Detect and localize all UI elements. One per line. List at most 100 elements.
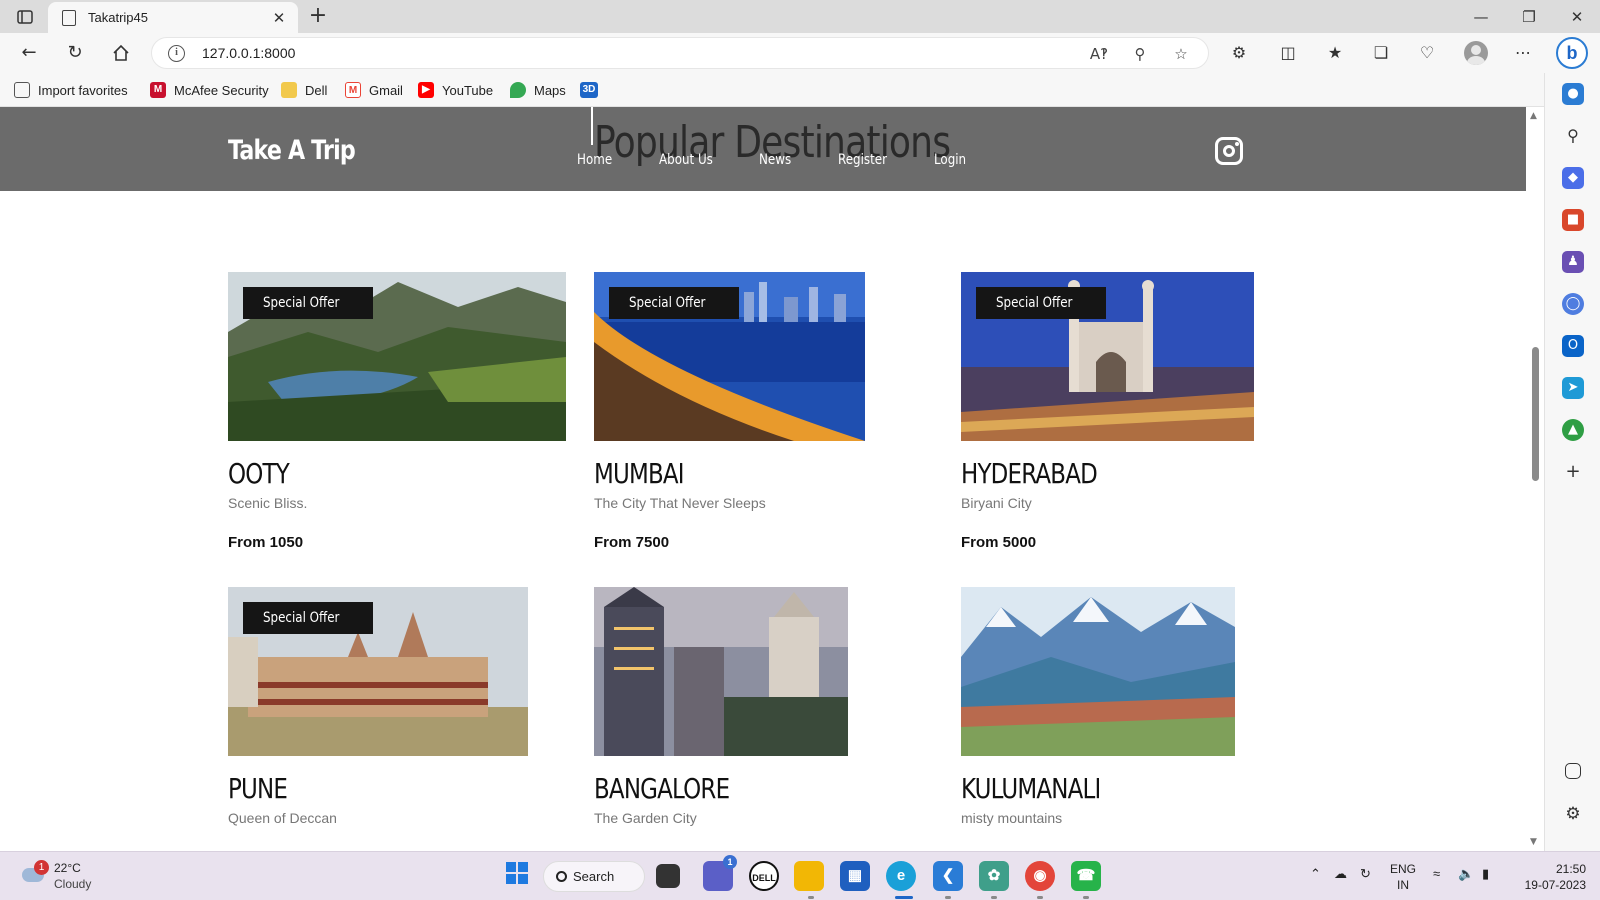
refresh-icon[interactable]: ↻: [60, 39, 90, 67]
taskbar-search[interactable]: Search: [543, 861, 645, 892]
tools-briefcase-icon[interactable]: ■: [1562, 209, 1584, 231]
nav-news[interactable]: News: [759, 152, 791, 168]
instagram-icon[interactable]: [1215, 137, 1243, 165]
extensions-icon[interactable]: ⚙: [1226, 41, 1252, 65]
destination-tagline: Queen of Deccan: [228, 810, 337, 826]
nav-about-us[interactable]: About Us: [659, 152, 713, 168]
hide-sidebar-icon[interactable]: [1565, 763, 1581, 779]
close-window-button[interactable]: ✕: [1554, 4, 1600, 30]
special-offer-badge: Special Offer: [609, 287, 739, 319]
vscode-icon[interactable]: ❮: [933, 861, 963, 891]
browser-toolbar: ← ↻ i 127.0.0.1:8000 A‽ ⚲ ☆ ⚙ ◫ ★ ❏ ♡ ⋯ …: [0, 33, 1600, 73]
sync-icon[interactable]: ↻: [1360, 866, 1371, 882]
destination-name[interactable]: OOTY: [228, 457, 290, 490]
dell-icon[interactable]: DELL: [749, 861, 779, 891]
teams-chat-icon[interactable]: 1: [703, 855, 737, 891]
bing-copilot-icon[interactable]: b: [1556, 37, 1588, 69]
language-indicator[interactable]: ENG IN: [1390, 861, 1416, 893]
weather-widget[interactable]: 1 22°C Cloudy: [18, 860, 138, 894]
system-clock[interactable]: 21:50 19-07-2023: [1510, 861, 1586, 893]
task-view-icon[interactable]: [656, 864, 680, 888]
send-icon[interactable]: ➤: [1562, 377, 1584, 399]
page-scrollbar[interactable]: ▲ ▼: [1526, 107, 1544, 851]
youtube-icon: ▶: [418, 82, 434, 98]
favorites-icon[interactable]: ★: [1322, 41, 1348, 65]
tab-actions-icon[interactable]: [12, 6, 38, 28]
destination-card-hyderabad[interactable]: Special Offer HYDERABAD Biryani City Fro…: [961, 272, 1261, 562]
more-options-icon[interactable]: ⋯: [1510, 41, 1536, 65]
favorite-dell[interactable]: Dell: [281, 80, 327, 100]
edge-browser-icon[interactable]: e: [886, 861, 916, 891]
microsoft365-icon[interactable]: ◯: [1562, 293, 1584, 315]
onedrive-icon[interactable]: ☁: [1334, 866, 1347, 882]
zoom-icon[interactable]: ⚲: [1129, 44, 1151, 64]
destination-name[interactable]: MUMBAI: [594, 457, 685, 490]
wifi-icon[interactable]: ≈: [1433, 866, 1440, 881]
settings-gear-icon[interactable]: ⚙: [1562, 803, 1584, 825]
favorite-import[interactable]: Import favorites: [14, 80, 128, 100]
favorite-youtube[interactable]: ▶ YouTube: [418, 80, 493, 100]
destination-name[interactable]: HYDERABAD: [961, 457, 1098, 490]
split-screen-icon[interactable]: ◫: [1275, 41, 1301, 65]
add-sidebar-app-icon[interactable]: +: [1562, 461, 1584, 483]
games-icon[interactable]: ♟: [1562, 251, 1584, 273]
show-hidden-icons-chevron-icon[interactable]: ⌃: [1310, 866, 1321, 882]
destination-card-kulumanali[interactable]: KULUMANALI misty mountains: [961, 587, 1261, 847]
whatsapp-icon[interactable]: ☎: [1071, 861, 1101, 891]
site-info-icon[interactable]: i: [168, 45, 185, 62]
microsoft-store-icon[interactable]: ▦: [840, 861, 870, 891]
volume-muted-icon[interactable]: 🔈: [1458, 866, 1474, 882]
favorite-3d[interactable]: 3D: [580, 80, 606, 100]
nav-register[interactable]: Register: [838, 152, 887, 168]
browser-tab-active[interactable]: Takatrip45 ✕: [48, 2, 298, 33]
outlook-icon[interactable]: O: [1562, 335, 1584, 357]
clock-date: 19-07-2023: [1524, 878, 1586, 892]
browser-essentials-icon[interactable]: ♡: [1414, 41, 1440, 65]
scroll-up-arrow-icon[interactable]: ▲: [1530, 111, 1537, 121]
shopping-tag-icon[interactable]: ◆: [1562, 167, 1584, 189]
tree-icon[interactable]: ▲: [1562, 419, 1584, 441]
notifications-bell-icon[interactable]: ●: [1562, 83, 1584, 105]
destination-tagline: The Garden City: [594, 810, 697, 826]
bangalore-image: [594, 587, 848, 756]
address-bar[interactable]: i 127.0.0.1:8000 A‽ ⚲ ☆: [151, 37, 1209, 69]
battery-icon[interactable]: ▮: [1482, 866, 1489, 882]
windows-start-icon[interactable]: [502, 861, 532, 891]
restore-button[interactable]: ❐: [1506, 4, 1552, 30]
read-aloud-icon[interactable]: A‽: [1088, 44, 1110, 64]
home-icon[interactable]: [106, 39, 136, 67]
favorite-star-icon[interactable]: ☆: [1170, 44, 1192, 64]
collections-icon[interactable]: ❏: [1368, 41, 1394, 65]
new-tab-button[interactable]: +: [305, 4, 331, 30]
favorite-maps[interactable]: Maps: [510, 80, 566, 100]
url-text[interactable]: 127.0.0.1:8000: [202, 45, 295, 61]
teams-badge: 1: [723, 855, 737, 869]
running-indicator: [991, 896, 997, 899]
destination-name[interactable]: PUNE: [228, 772, 288, 805]
favorite-gmail[interactable]: M Gmail: [345, 80, 403, 100]
destination-card-ooty[interactable]: Special Offer OOTY Scenic Bliss. From 10…: [228, 272, 568, 562]
site-brand[interactable]: Take A Trip: [228, 135, 356, 166]
chrome-icon[interactable]: ◉: [1025, 861, 1055, 891]
destination-card-mumbai[interactable]: Special Offer MUMBAI The City That Never…: [594, 272, 894, 562]
search-icon[interactable]: ⚲: [1562, 125, 1584, 147]
nav-login[interactable]: Login: [934, 152, 966, 168]
destination-card-bangalore[interactable]: BANGALORE The Garden City: [594, 587, 894, 847]
tab-title: Takatrip45: [88, 10, 148, 25]
scrollbar-thumb[interactable]: [1532, 347, 1539, 481]
nav-home[interactable]: Home: [577, 152, 612, 168]
favorite-mcafee[interactable]: M McAfee Security: [150, 80, 269, 100]
minimize-button[interactable]: —: [1458, 4, 1504, 30]
destination-card-pune[interactable]: Special Offer PUNE Queen of Deccan: [228, 587, 538, 847]
chatgpt-icon[interactable]: ✿: [979, 861, 1009, 891]
profile-avatar[interactable]: [1464, 41, 1488, 65]
file-explorer-icon[interactable]: [794, 861, 824, 891]
close-tab-icon[interactable]: ✕: [270, 9, 288, 27]
3d-icon: 3D: [580, 82, 598, 98]
scroll-down-arrow-icon[interactable]: ▼: [1530, 837, 1537, 847]
back-arrow-icon[interactable]: ←: [14, 39, 44, 67]
destination-name[interactable]: BANGALORE: [594, 772, 730, 805]
destination-name[interactable]: KULUMANALI: [961, 772, 1101, 805]
destination-price: From 5000: [961, 534, 1037, 551]
badge-label: Special Offer: [263, 610, 340, 626]
